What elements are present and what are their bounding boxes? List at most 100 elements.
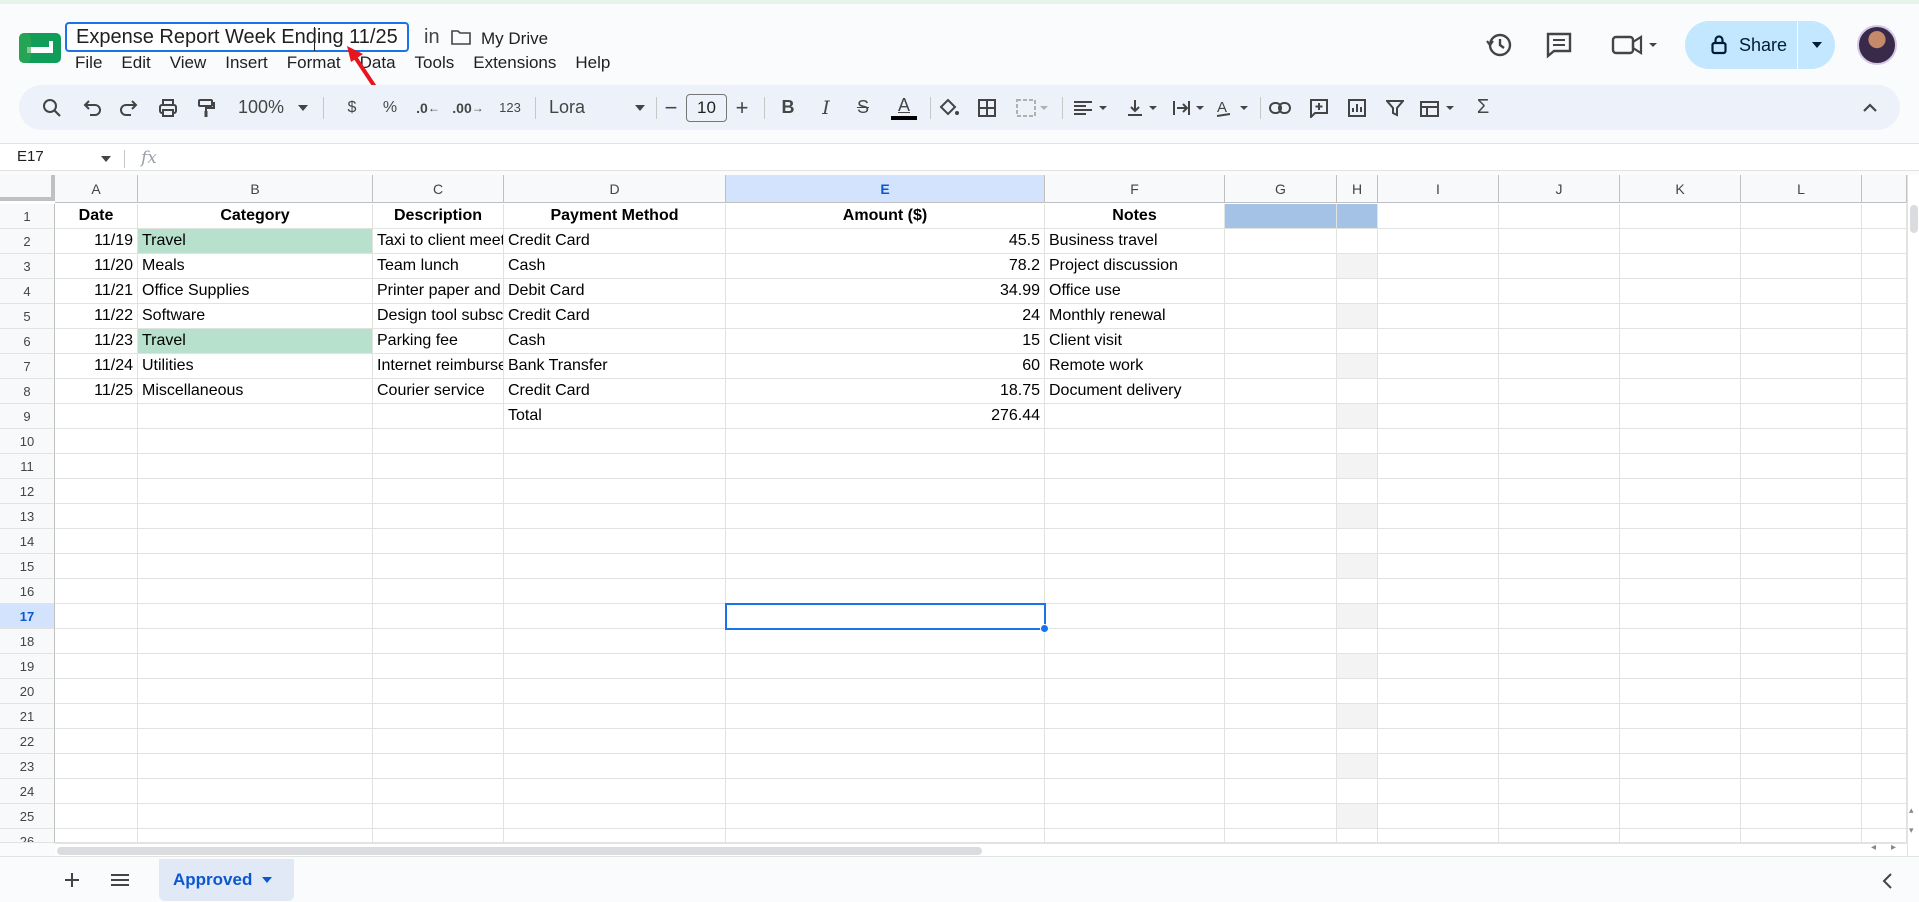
cell[interactable]	[1499, 504, 1620, 529]
cell[interactable]	[1862, 804, 1907, 829]
spreadsheet-grid[interactable]: A B C D E F G H I J K L 1 2 3 4 5 6 7 8 …	[0, 175, 1907, 843]
vertical-scrollbar[interactable]: ▴ ▾	[1907, 175, 1919, 856]
row-header[interactable]: 1	[0, 204, 55, 229]
cell[interactable]	[1337, 254, 1378, 279]
cell[interactable]	[504, 804, 726, 829]
cell[interactable]	[1620, 579, 1741, 604]
row-header[interactable]: 5	[0, 304, 55, 329]
cell[interactable]	[1225, 729, 1337, 754]
cell[interactable]	[1499, 829, 1620, 843]
cell[interactable]	[1620, 754, 1741, 779]
cell[interactable]	[1862, 729, 1907, 754]
cell[interactable]	[373, 604, 504, 629]
row-header[interactable]: 23	[0, 754, 55, 779]
cell[interactable]	[504, 679, 726, 704]
cell[interactable]	[1337, 404, 1378, 429]
data-cell[interactable]: Credit Card	[504, 379, 726, 404]
data-cell[interactable]: 78.2	[726, 254, 1045, 279]
cell[interactable]	[1499, 729, 1620, 754]
increase-font-size-button[interactable]: +	[731, 85, 753, 130]
cell[interactable]	[1620, 204, 1741, 229]
cell[interactable]	[726, 629, 1045, 654]
cell[interactable]	[373, 654, 504, 679]
cell[interactable]	[726, 779, 1045, 804]
cell[interactable]	[1378, 379, 1499, 404]
cell[interactable]	[373, 554, 504, 579]
menu-help[interactable]: Help	[575, 53, 610, 73]
cell[interactable]	[1337, 329, 1378, 354]
cell[interactable]	[1741, 204, 1862, 229]
cell[interactable]	[1337, 504, 1378, 529]
insert-comment-button[interactable]	[1306, 85, 1332, 130]
scroll-down-icon[interactable]: ▾	[1909, 825, 1914, 836]
cell[interactable]	[1620, 729, 1741, 754]
cell[interactable]	[1741, 504, 1862, 529]
cell[interactable]	[1620, 354, 1741, 379]
cell[interactable]	[55, 529, 138, 554]
cell[interactable]	[1337, 604, 1378, 629]
cell[interactable]	[1337, 229, 1378, 254]
cell[interactable]	[1741, 754, 1862, 779]
cell[interactable]	[1378, 754, 1499, 779]
cell[interactable]	[1337, 429, 1378, 454]
vertical-align-button[interactable]	[1125, 85, 1161, 130]
cell[interactable]	[1862, 829, 1907, 843]
cell[interactable]	[726, 804, 1045, 829]
cell[interactable]	[138, 554, 373, 579]
cell[interactable]	[1045, 679, 1225, 704]
cell[interactable]	[1862, 754, 1907, 779]
cell[interactable]	[504, 729, 726, 754]
row-header[interactable]: 3	[0, 254, 55, 279]
cell[interactable]	[1862, 529, 1907, 554]
column-header-f[interactable]: F	[1045, 175, 1225, 203]
cell[interactable]	[1862, 229, 1907, 254]
strikethrough-button[interactable]: S	[852, 85, 874, 130]
data-cell[interactable]: 11/20	[55, 254, 138, 279]
all-sheets-menu-icon[interactable]	[111, 873, 129, 887]
cell[interactable]	[373, 779, 504, 804]
cell[interactable]	[1045, 629, 1225, 654]
cell[interactable]	[1337, 304, 1378, 329]
cell[interactable]	[1741, 454, 1862, 479]
cell[interactable]	[1499, 804, 1620, 829]
share-button[interactable]: Share	[1685, 21, 1835, 69]
cell[interactable]	[138, 754, 373, 779]
data-cell[interactable]: Parking fee	[373, 329, 504, 354]
cell[interactable]	[1225, 279, 1337, 304]
cell[interactable]	[373, 504, 504, 529]
cell[interactable]	[1862, 329, 1907, 354]
cell[interactable]	[1620, 404, 1741, 429]
data-cell[interactable]: 34.99	[726, 279, 1045, 304]
cell[interactable]	[138, 429, 373, 454]
column-title-cell[interactable]: Notes	[1045, 204, 1225, 229]
cell[interactable]	[1620, 329, 1741, 354]
cell[interactable]	[1337, 704, 1378, 729]
cell[interactable]	[55, 579, 138, 604]
cell[interactable]	[1741, 379, 1862, 404]
row-header[interactable]: 10	[0, 429, 55, 454]
data-cell[interactable]: Design tool subsc	[373, 304, 504, 329]
cell[interactable]	[1225, 754, 1337, 779]
column-header-l[interactable]: L	[1741, 175, 1862, 203]
borders-button[interactable]	[974, 85, 1000, 130]
cell[interactable]	[1499, 779, 1620, 804]
row-header[interactable]: 16	[0, 579, 55, 604]
column-header-c[interactable]: C	[373, 175, 504, 203]
cell[interactable]	[1741, 254, 1862, 279]
cell[interactable]	[1741, 229, 1862, 254]
row-header[interactable]: 19	[0, 654, 55, 679]
cell[interactable]	[1045, 804, 1225, 829]
row-header[interactable]: 4	[0, 279, 55, 304]
cell[interactable]	[1499, 354, 1620, 379]
cell[interactable]	[1499, 204, 1620, 229]
cell[interactable]	[1045, 504, 1225, 529]
cell[interactable]	[1378, 504, 1499, 529]
cell[interactable]	[1862, 629, 1907, 654]
cell[interactable]	[1225, 229, 1337, 254]
cell[interactable]	[1862, 654, 1907, 679]
row-header[interactable]: 9	[0, 404, 55, 429]
cell[interactable]	[1337, 629, 1378, 654]
data-cell[interactable]: Utilities	[138, 354, 373, 379]
cell[interactable]	[1862, 429, 1907, 454]
cell[interactable]	[1378, 579, 1499, 604]
